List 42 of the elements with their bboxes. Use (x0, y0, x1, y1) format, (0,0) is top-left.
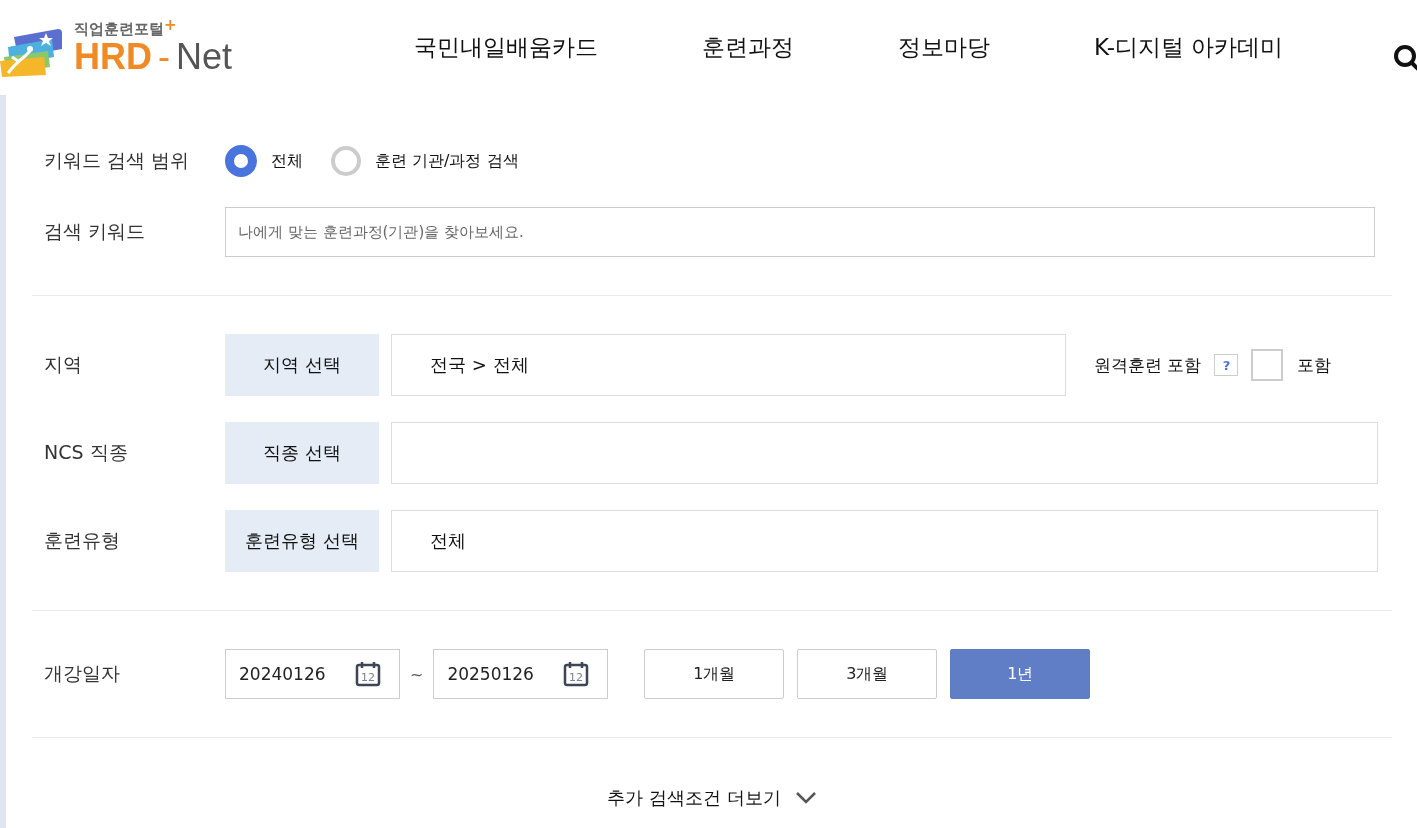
select-button[interactable]: 훈련유형 선택 (225, 510, 379, 572)
field-label: NCS 직종 (44, 440, 129, 465)
date-field[interactable]: 20250126 12 (433, 649, 609, 699)
field-label: 훈련유형 (44, 528, 121, 553)
nav-link[interactable]: 정보마당 (898, 32, 990, 63)
logo-brand-text: HRD (74, 37, 152, 76)
range-separator: ~ (410, 664, 424, 684)
radio-option[interactable]: 훈련 기관/과정 검색 (331, 146, 519, 176)
date-value: 20250126 (447, 664, 534, 684)
chevron-down-icon (794, 791, 817, 805)
radio-option[interactable]: 전체 (225, 145, 303, 177)
checkbox-label: 포함 (1297, 353, 1332, 377)
field-label: 개강일자 (44, 661, 121, 686)
nav-link[interactable]: K-디지털 아카데미 (1094, 32, 1284, 63)
nav-link[interactable]: 국민내일배움카드 (414, 32, 598, 63)
date-value: 20240126 (239, 664, 326, 684)
keyword-input[interactable]: 나에게 맞는 훈련과정(기관)을 찾아보세요. (225, 207, 1375, 257)
field-label: 검색 키워드 (44, 219, 147, 244)
calendar-icon[interactable]: 12 (355, 661, 381, 687)
value-field: 전국 > 전체 (391, 334, 1066, 396)
radio-button[interactable] (225, 145, 257, 177)
radio-button[interactable] (331, 146, 361, 176)
period-button[interactable]: 1년 (950, 649, 1091, 699)
logo-subtitle: 직업훈련포털 (74, 19, 164, 39)
date-field[interactable]: 20240126 12 (225, 649, 400, 699)
logo-dash: - (158, 37, 170, 76)
option-label: 원격훈련 포함 (1094, 353, 1202, 377)
select-button[interactable]: 직종 선택 (225, 422, 379, 484)
value-field: 전체 (391, 510, 1378, 572)
period-button[interactable]: 3개월 (797, 649, 938, 699)
period-button[interactable]: 1개월 (644, 649, 785, 699)
more-options-button[interactable]: 추가 검색조건 더보기 (607, 786, 817, 810)
calendar-icon[interactable]: 12 (563, 661, 590, 687)
logo-brand-text: Net (176, 37, 233, 76)
select-button[interactable]: 지역 선택 (225, 334, 379, 396)
logo-drawing (0, 26, 64, 77)
field-label: 지역 (44, 352, 83, 377)
plus-mark: + (164, 19, 177, 30)
nav-link[interactable]: 훈련과정 (702, 32, 794, 63)
checkbox[interactable] (1251, 349, 1284, 381)
field-label: 키워드 검색 범위 (44, 148, 191, 173)
help-button[interactable]: ? (1214, 354, 1239, 376)
